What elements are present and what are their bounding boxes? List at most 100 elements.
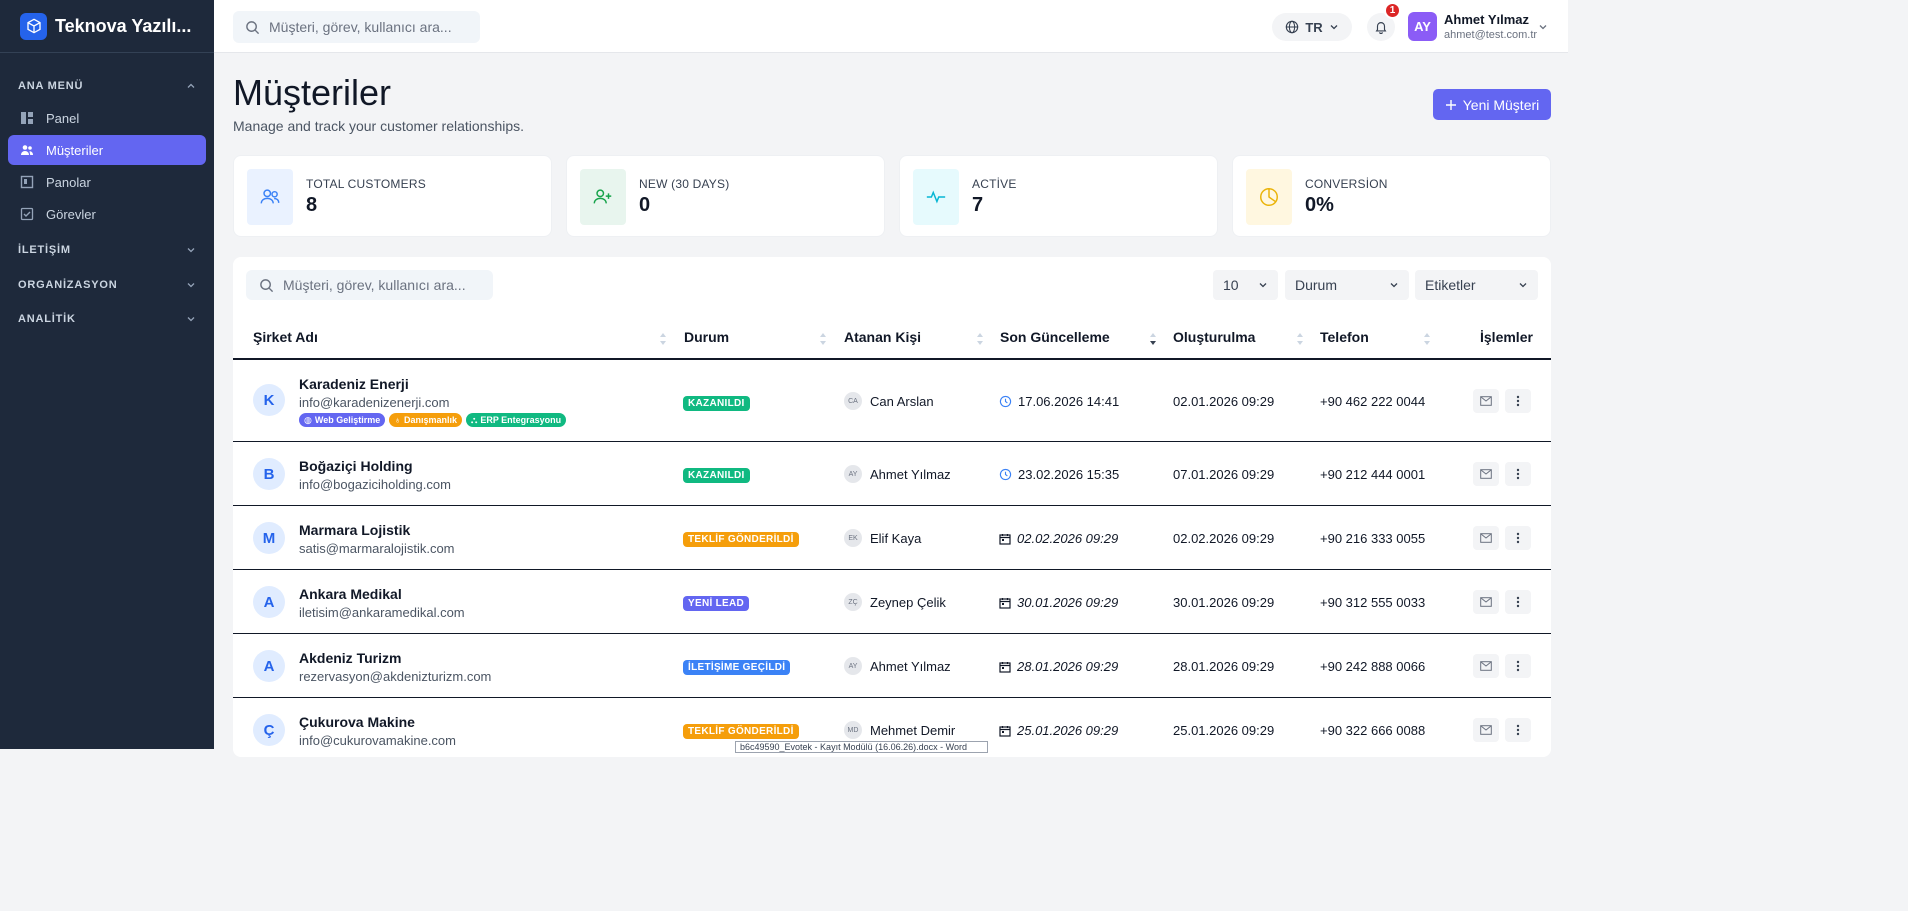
- sidebar-item-musteriler[interactable]: Müşteriler: [8, 135, 206, 165]
- column-header-phone[interactable]: Telefon: [1320, 329, 1369, 345]
- more-actions-button[interactable]: [1505, 654, 1531, 678]
- column-label: Durum: [684, 329, 730, 345]
- avatar[interactable]: AY: [1408, 12, 1437, 41]
- tag-label: Web Geliştirme: [314, 415, 381, 425]
- bell-icon: [1375, 22, 1387, 34]
- tag-label: ERP Entegrasyonu: [480, 415, 562, 425]
- email-action-button[interactable]: [1473, 718, 1499, 742]
- calendar-icon: [999, 597, 1011, 609]
- sidebar-item-label: Müşteriler: [46, 142, 104, 158]
- email-action-button[interactable]: [1473, 462, 1499, 486]
- column-header-updated[interactable]: Son Güncelleme: [1000, 329, 1110, 345]
- language-selector[interactable]: TR: [1272, 13, 1352, 41]
- section-iletisim[interactable]: İLETİŞİM: [0, 240, 214, 260]
- stat-value: 8: [306, 194, 318, 216]
- globe-icon: ◍: [304, 414, 312, 425]
- table-search[interactable]: [246, 270, 493, 300]
- table-row[interactable]: A Akdeniz Turizm rezervasyon@akdenizturi…: [233, 634, 1551, 698]
- table-row[interactable]: A Ankara Medikal iletisim@ankaramedikal.…: [233, 570, 1551, 634]
- company-name[interactable]: Karadeniz Enerji: [299, 376, 409, 392]
- more-vertical-icon: [1516, 660, 1520, 672]
- company-name[interactable]: Ankara Medikal: [299, 586, 402, 602]
- column-header-assignee[interactable]: Atanan Kişi: [844, 329, 921, 345]
- email-action-button[interactable]: [1473, 389, 1499, 413]
- company-avatar: A: [253, 586, 285, 618]
- created-value: 02.01.2026 09:29: [1173, 394, 1275, 409]
- page-size-select[interactable]: 10: [1213, 270, 1278, 300]
- email-action-button[interactable]: [1473, 590, 1499, 614]
- user-name[interactable]: Ahmet Yılmaz: [1444, 12, 1529, 27]
- column-header-company[interactable]: Şirket Adı: [253, 329, 318, 345]
- more-actions-button[interactable]: [1505, 718, 1531, 742]
- status-badge: YENİ LEAD: [683, 596, 750, 611]
- mail-icon: [1480, 661, 1492, 671]
- status-filter-select[interactable]: Durum: [1285, 270, 1409, 300]
- mail-icon: [1480, 597, 1492, 607]
- company-avatar: M: [253, 522, 285, 554]
- company-name[interactable]: Boğaziçi Holding: [299, 458, 413, 474]
- sort-icon[interactable]: [1296, 332, 1304, 346]
- stat-value: 0: [639, 194, 651, 216]
- updated-value: 25.01.2026 09:29: [1017, 723, 1119, 738]
- assignee-avatar: MD: [844, 721, 862, 739]
- company-email: info@karadenizenerji.com: [299, 395, 450, 410]
- tags-filter-select[interactable]: Etiketler: [1415, 270, 1538, 300]
- more-actions-button[interactable]: [1505, 389, 1531, 413]
- status-badge: TEKLİF GÖNDERİLDİ: [683, 532, 799, 547]
- search-icon: [260, 278, 274, 292]
- calendar-icon: [999, 533, 1011, 545]
- more-actions-button[interactable]: [1505, 462, 1531, 486]
- sort-icon[interactable]: [819, 332, 827, 346]
- column-header-created[interactable]: Oluşturulma: [1173, 329, 1255, 345]
- tags-filter-value: Etiketler: [1425, 277, 1476, 293]
- company-name[interactable]: Çukurova Makine: [299, 714, 415, 730]
- company-name[interactable]: Akdeniz Turizm: [299, 650, 401, 666]
- sort-desc-icon[interactable]: [1149, 332, 1157, 346]
- table-row[interactable]: B Boğaziçi Holding info@bogaziciholding.…: [233, 442, 1551, 506]
- stat-total-customers: TOTAL CUSTOMERS 8: [233, 155, 552, 237]
- assignee-name: Zeynep Çelik: [870, 595, 946, 610]
- section-analitik[interactable]: ANALİTİK: [0, 309, 214, 329]
- created-value: 25.01.2026 09:29: [1173, 723, 1275, 738]
- column-header-status[interactable]: Durum: [684, 329, 729, 345]
- sort-icon[interactable]: [976, 332, 984, 346]
- brand[interactable]: Teknova Yazılı...: [0, 0, 214, 53]
- table-row[interactable]: K Karadeniz Enerji info@karadenizenerji.…: [233, 360, 1551, 442]
- more-vertical-icon: [1516, 532, 1520, 544]
- global-search[interactable]: [233, 11, 480, 43]
- clock-icon: [999, 468, 1012, 481]
- sidebar-item-panel[interactable]: Panel: [8, 103, 206, 133]
- table-row[interactable]: M Marmara Lojistik satis@marmaralojistik…: [233, 506, 1551, 570]
- chevron-down-icon[interactable]: [1538, 22, 1548, 32]
- email-action-button[interactable]: [1473, 526, 1499, 550]
- mail-icon: [1480, 725, 1492, 735]
- section-organizasyon[interactable]: ORGANİZASYON: [0, 275, 214, 295]
- global-search-input[interactable]: [269, 19, 459, 35]
- table-header: Şirket Adı Durum Atanan Kişi Son Güncell…: [233, 323, 1551, 360]
- more-vertical-icon: [1516, 724, 1520, 736]
- mail-icon: [1480, 396, 1492, 406]
- status-badge: KAZANILDI: [683, 396, 750, 411]
- section-ana-menu[interactable]: ANA MENÜ: [0, 76, 214, 96]
- sidebar-item-panolar[interactable]: Panolar: [8, 167, 206, 197]
- page-title: Müşteriler: [233, 72, 392, 113]
- more-actions-button[interactable]: [1505, 590, 1531, 614]
- updated-value: 30.01.2026 09:29: [1017, 595, 1119, 610]
- sort-icon[interactable]: [1423, 332, 1431, 346]
- top-header: TR 1 AY Ahmet Yılmaz ahmet@test.com.tr: [214, 0, 1568, 53]
- more-actions-button[interactable]: [1505, 526, 1531, 550]
- phone-value: +90 322 666 0088: [1320, 723, 1426, 738]
- company-avatar: A: [253, 650, 285, 682]
- created-value: 28.01.2026 09:29: [1173, 659, 1275, 674]
- column-label: Şirket Adı: [253, 329, 318, 345]
- activity-icon: [913, 169, 959, 225]
- assignee-name: Can Arslan: [870, 394, 934, 409]
- sort-icon[interactable]: [659, 332, 667, 346]
- table-search-input[interactable]: [283, 277, 473, 293]
- last-updated: 25.01.2026 09:29: [999, 723, 1118, 738]
- sidebar-item-gorevler[interactable]: Görevler: [8, 199, 206, 229]
- company-name[interactable]: Marmara Lojistik: [299, 522, 410, 538]
- email-action-button[interactable]: [1473, 654, 1499, 678]
- stat-active: ACTİVE 7: [899, 155, 1218, 237]
- new-customer-button[interactable]: Yeni Müşteri: [1433, 89, 1551, 120]
